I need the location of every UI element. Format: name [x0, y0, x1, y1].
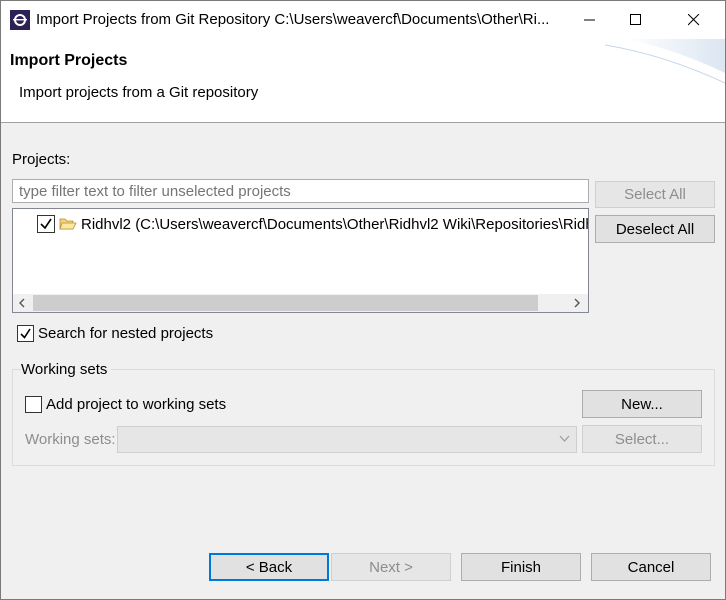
- nested-projects-checkbox[interactable]: [17, 325, 34, 342]
- open-folder-icon: [59, 218, 77, 230]
- project-tree: Ridhvl2 (C:\Users\weavercf\Documents\Oth…: [12, 208, 589, 313]
- select-working-set-button[interactable]: Select...: [582, 425, 702, 453]
- add-to-working-sets-option[interactable]: Add project to working sets: [25, 396, 226, 413]
- projects-label: Projects:: [12, 151, 71, 168]
- close-button[interactable]: [671, 1, 717, 39]
- working-sets-field-label: Working sets:: [25, 431, 116, 448]
- page-title: Import Projects: [10, 52, 128, 69]
- scrollbar-thumb[interactable]: [33, 295, 538, 311]
- project-filter-input[interactable]: [12, 179, 589, 203]
- chevron-down-icon: [559, 435, 570, 442]
- nested-projects-label: Search for nested projects: [38, 325, 214, 342]
- maximize-icon: [630, 14, 641, 25]
- deselect-all-button[interactable]: Deselect All: [595, 215, 715, 243]
- minimize-button[interactable]: [567, 1, 613, 39]
- add-to-working-sets-checkbox[interactable]: [25, 396, 42, 413]
- title-bar: Import Projects from Git Repository C:\U…: [1, 1, 725, 39]
- checkmark-icon: [40, 218, 52, 230]
- back-button[interactable]: < Back: [209, 553, 329, 581]
- add-to-working-sets-label: Add project to working sets: [46, 396, 227, 413]
- banner-graphic-icon: [605, 39, 725, 84]
- checkmark-icon: [20, 328, 31, 339]
- scroll-left-icon[interactable]: [15, 296, 29, 310]
- close-icon: [688, 14, 700, 26]
- new-working-set-button[interactable]: New...: [582, 390, 702, 418]
- wizard-banner: Import Projects Import projects from a G…: [1, 39, 725, 123]
- scroll-right-icon[interactable]: [570, 296, 584, 310]
- maximize-button[interactable]: [613, 1, 659, 39]
- project-row[interactable]: Ridhvl2 (C:\Users\weavercf\Documents\Oth…: [37, 213, 589, 235]
- page-description: Import projects from a Git repository: [19, 84, 259, 101]
- import-dialog: Import Projects from Git Repository C:\U…: [0, 0, 726, 600]
- horizontal-scrollbar[interactable]: [13, 294, 588, 312]
- working-sets-combo[interactable]: [117, 426, 577, 453]
- next-button[interactable]: Next >: [331, 553, 451, 581]
- window-title: Import Projects from Git Repository C:\U…: [36, 11, 550, 28]
- minimize-icon: [584, 19, 595, 21]
- eclipse-app-icon: [10, 10, 30, 30]
- project-checkbox[interactable]: [37, 215, 55, 233]
- finish-button[interactable]: Finish: [461, 553, 581, 581]
- cancel-button[interactable]: Cancel: [591, 553, 711, 581]
- nested-projects-option[interactable]: Search for nested projects: [17, 325, 213, 342]
- project-label: Ridhvl2 (C:\Users\weavercf\Documents\Oth…: [81, 215, 589, 233]
- working-sets-group-label: Working sets: [21, 361, 112, 378]
- select-all-button[interactable]: Select All: [595, 181, 715, 208]
